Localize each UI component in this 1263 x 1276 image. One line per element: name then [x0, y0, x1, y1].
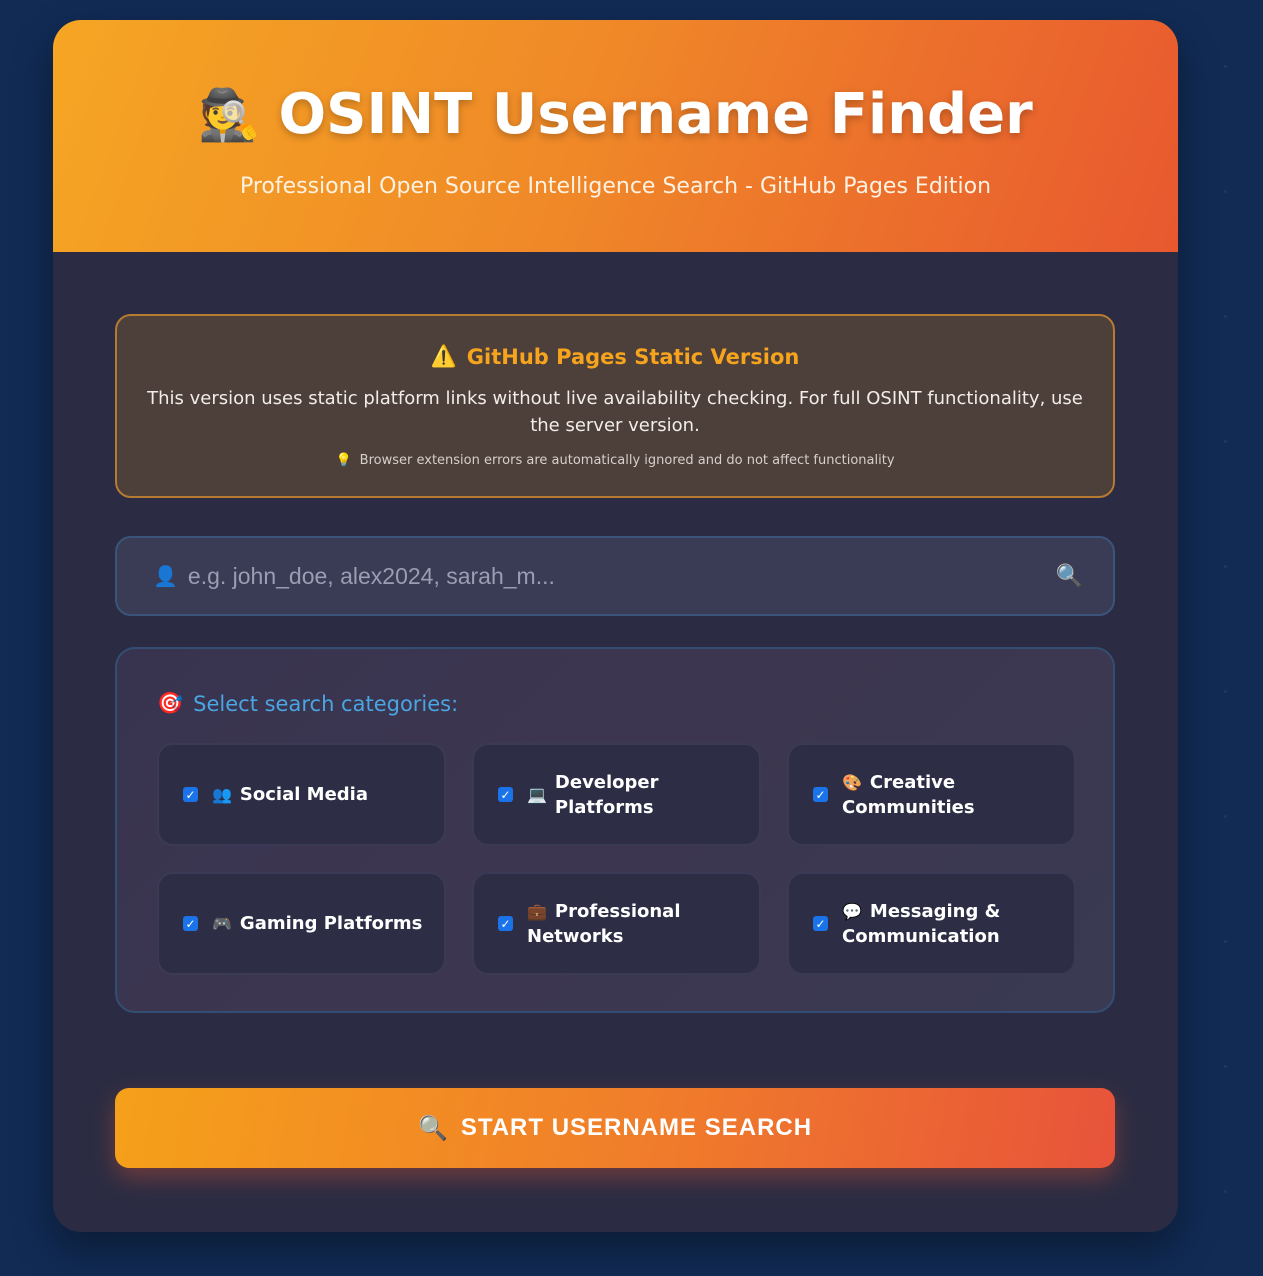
notice-title-row: ⚠️ GitHub Pages Static Version	[117, 344, 1113, 369]
checkbox-gaming-platforms[interactable]: ✓	[183, 916, 198, 931]
checkbox-developer-platforms[interactable]: ✓	[498, 787, 513, 802]
search-box[interactable]: 👤 🔍	[115, 536, 1115, 616]
checkbox-social-media[interactable]: ✓	[183, 787, 198, 802]
category-developer-platforms[interactable]: ✓ 💻 Developer Platforms	[472, 743, 761, 846]
people-icon: 👥	[212, 785, 232, 804]
gamepad-icon: 🎮	[212, 914, 232, 933]
checkbox-creative-communities[interactable]: ✓	[813, 787, 828, 802]
category-creative-communities[interactable]: ✓ 🎨 Creative Communities	[787, 743, 1076, 846]
start-search-button[interactable]: 🔍 START USERNAME SEARCH	[115, 1088, 1115, 1168]
search-icon: 🔍	[417, 1114, 449, 1142]
notice-tip-row: 💡 Browser extension errors are automatic…	[117, 453, 1113, 468]
palette-icon: 🎨	[842, 772, 862, 792]
checkbox-messaging-communication[interactable]: ✓	[813, 916, 828, 931]
header: 🕵️ OSINT Username Finder Professional Op…	[53, 20, 1178, 252]
search-icon[interactable]: 🔍	[1056, 564, 1083, 589]
warning-icon: ⚠️	[430, 344, 457, 368]
category-label: Social Media	[239, 784, 368, 805]
category-label-wrap: 🎨 Creative Communities	[842, 770, 1042, 820]
username-input[interactable]	[187, 562, 1056, 590]
notice-title: GitHub Pages Static Version	[466, 344, 800, 369]
page-title: OSINT Username Finder	[278, 82, 1033, 147]
lightbulb-icon: 💡	[335, 453, 352, 468]
category-title-row: 🎯 Select search categories:	[157, 691, 458, 716]
static-version-notice: ⚠️ GitHub Pages Static Version This vers…	[115, 314, 1115, 498]
category-label: Professional Networks	[527, 900, 681, 947]
category-gaming-platforms[interactable]: ✓ 🎮 Gaming Platforms	[157, 872, 446, 975]
category-label-wrap: 💼 Professional Networks	[527, 899, 727, 949]
category-label: Developer Platforms	[554, 771, 659, 818]
category-label: Messaging & Communication	[842, 900, 1001, 947]
category-professional-networks[interactable]: ✓ 💼 Professional Networks	[472, 872, 761, 975]
checkbox-professional-networks[interactable]: ✓	[498, 916, 513, 931]
page-subtitle: Professional Open Source Intelligence Se…	[239, 174, 992, 199]
category-social-media[interactable]: ✓ 👥 Social Media	[157, 743, 446, 846]
target-icon: 🎯	[157, 691, 184, 715]
laptop-icon: 💻	[527, 785, 547, 804]
category-label: Gaming Platforms	[239, 913, 423, 934]
category-messaging-communication[interactable]: ✓ 💬 Messaging & Communication	[787, 872, 1076, 975]
speech-bubble-icon: 💬	[842, 901, 862, 921]
category-label-wrap: 💬 Messaging & Communication	[842, 899, 1042, 949]
detective-icon: 🕵️	[198, 85, 261, 144]
start-search-label: START USERNAME SEARCH	[460, 1114, 813, 1141]
briefcase-icon: 💼	[527, 901, 547, 921]
notice-text: This version uses static platform links …	[147, 388, 1083, 436]
user-icon: 👤	[153, 564, 178, 588]
notice-tip: Browser extension errors are automatical…	[359, 453, 895, 468]
main-card: 🕵️ OSINT Username Finder Professional Op…	[53, 20, 1178, 1232]
category-panel: 🎯 Select search categories: ✓ 👥 Social M…	[115, 647, 1115, 1013]
title-row: 🕵️ OSINT Username Finder	[53, 82, 1178, 147]
category-title: Select search categories:	[193, 691, 459, 716]
